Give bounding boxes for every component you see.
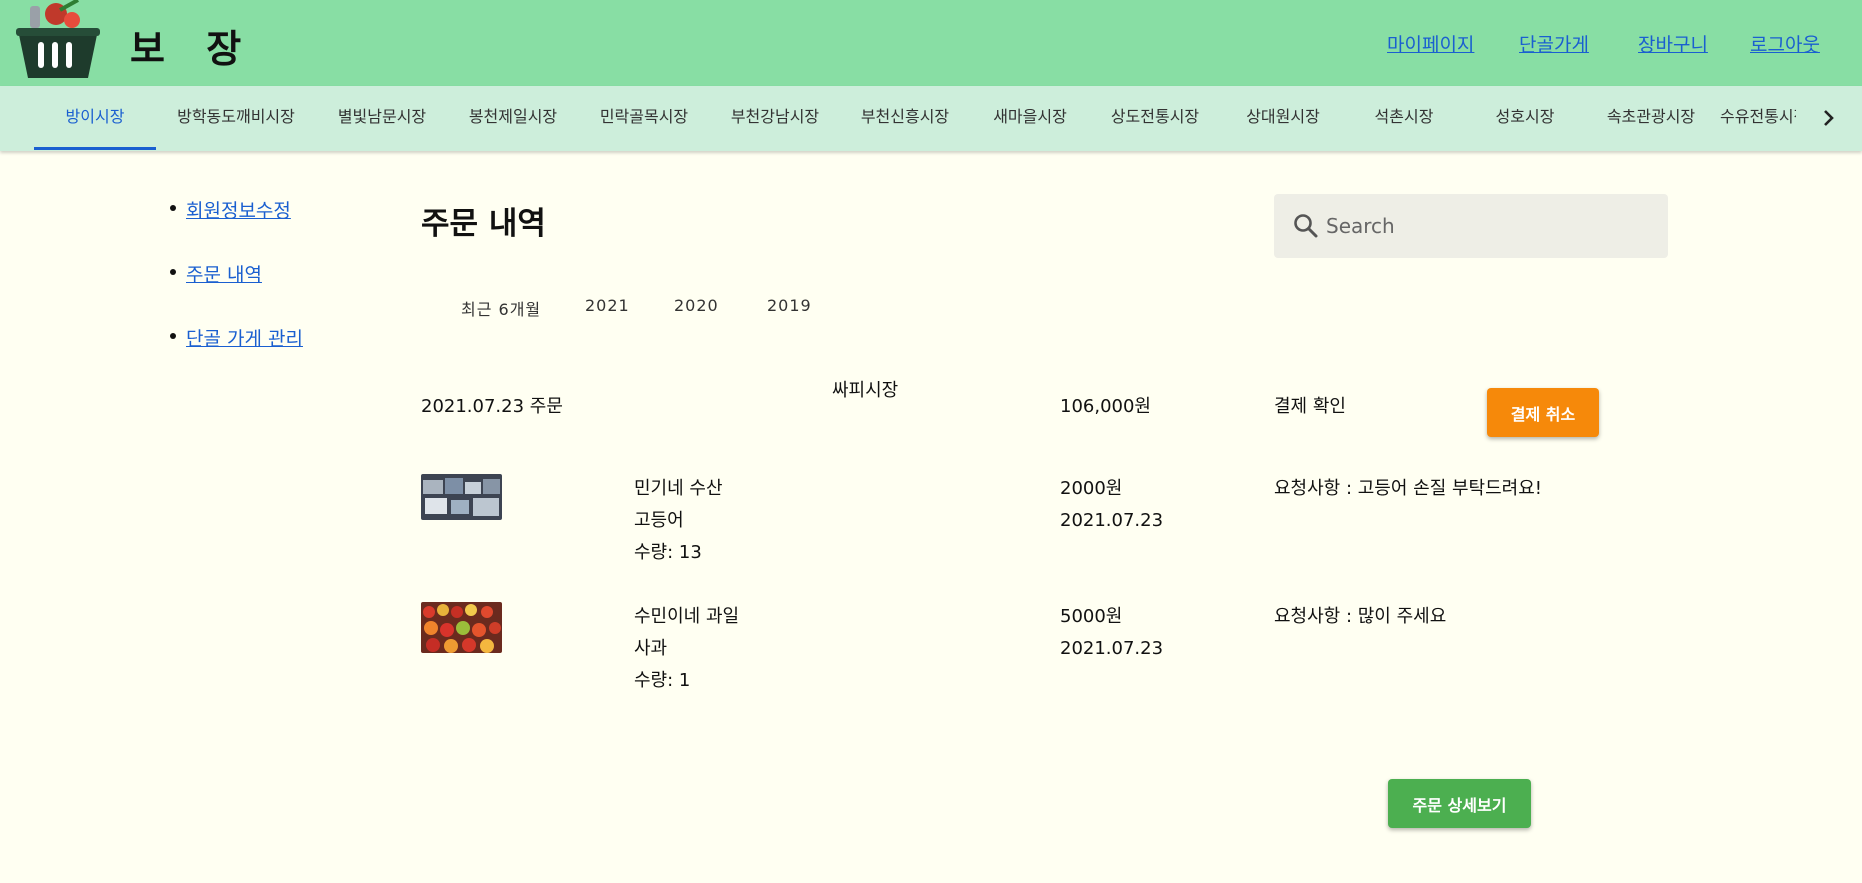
tab-market[interactable]: 석촌시장 — [1346, 86, 1462, 151]
item-date: 2021.07.23 — [1060, 638, 1164, 659]
item-store-name: 수민이네 과일 — [634, 606, 740, 627]
sidebar-link-edit-profile[interactable]: 회원정보수정 — [186, 200, 291, 222]
nav-logout-link[interactable]: 로그아웃 — [1750, 30, 1820, 57]
item-store-name: 민기네 수산 — [634, 478, 723, 499]
product-image[interactable] — [421, 474, 502, 520]
item-price-info: 2000원 2021.07.23 — [1060, 473, 1163, 537]
item-quantity: 수량: 13 — [634, 542, 702, 563]
list-bullet — [170, 205, 176, 211]
sidebar-item-favorites: 단골 가게 관리 — [170, 324, 303, 388]
search-input[interactable] — [1326, 208, 1646, 244]
item-request: 요청사항 : 고등어 손질 부탁드려요! — [1274, 478, 1543, 499]
item-price: 2000원 — [1060, 478, 1123, 499]
search-box[interactable] — [1274, 194, 1668, 258]
nav-cart-link[interactable]: 장바구니 — [1638, 30, 1708, 57]
item-request: 요청사항 : 많이 주세요 — [1274, 606, 1447, 627]
market-tabs: 방이시장 방학동도깨비시장 별빛남문시장 봉천제일시장 민락골목시장 부천강남시… — [0, 86, 1862, 151]
product-image[interactable] — [421, 602, 502, 653]
item-product-name: 사과 — [634, 638, 668, 659]
tab-market[interactable]: 성호시장 — [1462, 86, 1588, 151]
basket-logo-icon[interactable] — [16, 0, 100, 80]
tab-market[interactable]: 부천신흥시장 — [840, 86, 970, 151]
list-bullet — [170, 333, 176, 339]
nav-favorite-stores-link[interactable]: 단골가게 — [1519, 30, 1589, 57]
order-market-name: 싸피시장 — [832, 380, 899, 401]
period-tab-recent-6-months[interactable]: 최근 6개월 — [461, 296, 541, 320]
mypage-sidebar: 회원정보수정 주문 내역 단골 가게 관리 — [170, 196, 303, 388]
period-tab-2020[interactable]: 2020 — [674, 296, 719, 315]
tab-market[interactable]: 부천강남시장 — [710, 86, 840, 151]
tab-market[interactable]: 봉천제일시장 — [448, 86, 578, 151]
list-bullet — [170, 269, 176, 275]
app-header: 보 장 마이페이지 단골가게 장바구니 로그아웃 — [0, 0, 1862, 86]
item-info: 민기네 수산 고등어 수량: 13 — [634, 473, 723, 569]
item-info: 수민이네 과일 사과 수량: 1 — [634, 601, 739, 697]
chevron-right-icon[interactable] — [1818, 106, 1840, 130]
item-quantity: 수량: 1 — [634, 670, 691, 691]
period-tab-2021[interactable]: 2021 — [585, 296, 630, 315]
item-date: 2021.07.23 — [1060, 510, 1164, 531]
sidebar-link-manage-favorites[interactable]: 단골 가게 관리 — [186, 328, 303, 350]
search-icon — [1292, 212, 1320, 240]
nav-mypage-link[interactable]: 마이페이지 — [1387, 30, 1474, 57]
cancel-payment-button[interactable]: 결제 취소 — [1487, 388, 1599, 437]
tab-market[interactable]: 민락골목시장 — [578, 86, 710, 151]
item-price-info: 5000원 2021.07.23 — [1060, 601, 1163, 665]
tab-market[interactable]: 별빛남문시장 — [316, 86, 448, 151]
item-product-name: 고등어 — [634, 510, 684, 531]
period-tab-2019[interactable]: 2019 — [767, 296, 812, 315]
sidebar-link-order-history[interactable]: 주문 내역 — [186, 264, 262, 286]
tab-market[interactable]: 방이시장 — [34, 86, 156, 151]
order-date: 2021.07.23 주문 — [421, 396, 563, 417]
page-title: 주문 내역 — [421, 206, 546, 242]
item-price: 5000원 — [1060, 606, 1123, 627]
sidebar-item-orders: 주문 내역 — [170, 260, 303, 324]
active-tab-indicator — [34, 147, 156, 150]
site-title: 보 장 — [130, 26, 256, 71]
order-detail-button[interactable]: 주문 상세보기 — [1388, 779, 1531, 828]
tab-market[interactable]: 상대원시장 — [1220, 86, 1346, 151]
tab-market[interactable]: 상도전통시장 — [1090, 86, 1220, 151]
order-total-price: 106,000원 — [1060, 396, 1151, 417]
tab-market[interactable]: 새마을시장 — [970, 86, 1090, 151]
sidebar-item-profile: 회원정보수정 — [170, 196, 303, 260]
tab-market[interactable]: 속초관광시장 — [1588, 86, 1714, 151]
order-status: 결제 확인 — [1274, 396, 1346, 417]
tab-market[interactable]: 방학동도깨비시장 — [164, 86, 308, 151]
